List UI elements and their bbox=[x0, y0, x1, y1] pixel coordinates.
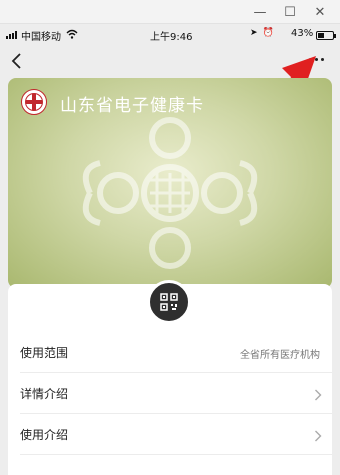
minimize-button[interactable]: — bbox=[245, 1, 275, 23]
list-item-value: 全省所有医疗机构 bbox=[240, 350, 320, 361]
qr-code-icon bbox=[160, 293, 178, 311]
battery-fill bbox=[318, 33, 325, 38]
divider bbox=[20, 454, 332, 455]
list-item-scope[interactable]: 使用范围 全省所有医疗机构 bbox=[8, 332, 332, 373]
status-time: 上午9:46 bbox=[150, 32, 193, 43]
window-titlebar: — ☐ ✕ bbox=[0, 0, 340, 24]
health-card[interactable]: 山东省电子健康卡 bbox=[8, 78, 332, 288]
battery-percent: 43% bbox=[291, 28, 314, 39]
status-bar: 中国移动 上午9:46 ➤ ⏰ 43% bbox=[0, 24, 340, 46]
chevron-left-icon[interactable] bbox=[10, 52, 22, 74]
battery-icon bbox=[316, 31, 336, 40]
chinese-knot-pattern bbox=[82, 117, 258, 269]
list-item-label: 使用介绍 bbox=[20, 428, 69, 442]
chevron-right-icon bbox=[314, 386, 322, 405]
list-item-label: 详情介绍 bbox=[20, 387, 69, 401]
list-item-label: 使用范围 bbox=[20, 346, 69, 360]
red-cross-logo-icon bbox=[21, 89, 47, 115]
location-icon: ➤ bbox=[250, 28, 258, 38]
close-button[interactable]: ✕ bbox=[305, 1, 335, 23]
chevron-right-icon bbox=[314, 427, 322, 446]
maximize-button[interactable]: ☐ bbox=[275, 1, 305, 23]
carrier-name: 中国移动 bbox=[21, 32, 61, 43]
card-title: 山东省电子健康卡 bbox=[60, 96, 204, 116]
signal-icon bbox=[6, 31, 17, 39]
wifi-icon bbox=[66, 29, 78, 42]
list-item-usage[interactable]: 使用介绍 bbox=[8, 414, 332, 455]
qr-code-button[interactable] bbox=[147, 280, 191, 324]
alarm-icon: ⏰ bbox=[262, 28, 274, 38]
list-item-details[interactable]: 详情介绍 bbox=[8, 373, 332, 414]
